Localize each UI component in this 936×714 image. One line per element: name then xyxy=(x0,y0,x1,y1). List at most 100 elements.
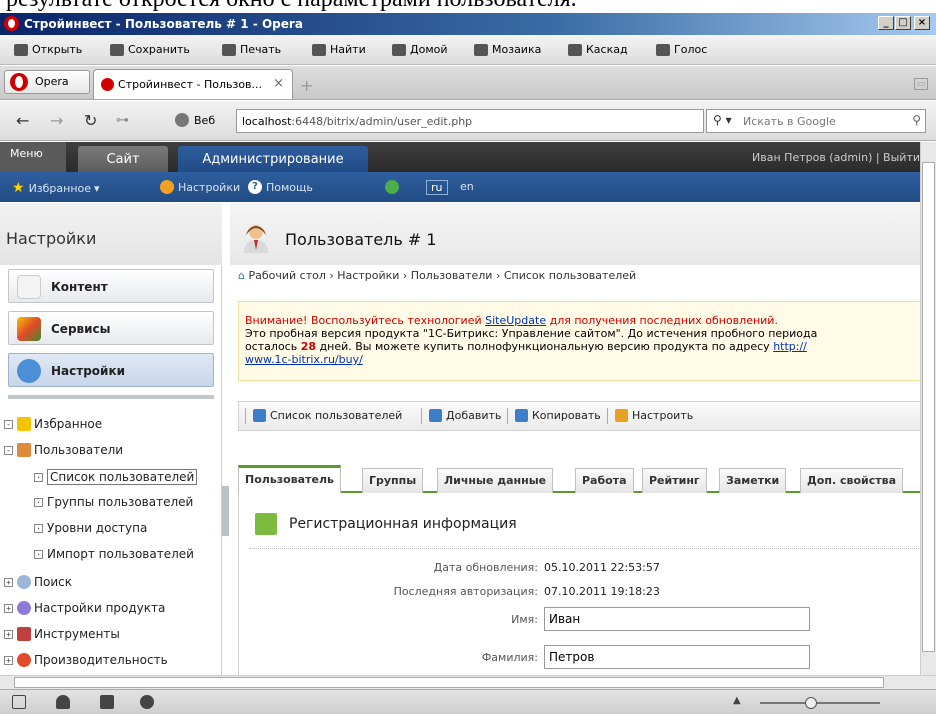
scroll-thumb[interactable] xyxy=(14,677,884,688)
lastname-label: Фамилия: xyxy=(481,651,538,664)
opera-logo-icon xyxy=(4,16,19,31)
search-engine-icon[interactable]: ⚲ ▾ xyxy=(713,113,732,127)
tree-item-users[interactable]: - Пользователи xyxy=(4,443,123,457)
cascade-button[interactable]: Каскад xyxy=(568,43,628,56)
print-button[interactable]: Печать xyxy=(222,43,281,56)
tab-work[interactable]: Работа xyxy=(575,468,634,493)
tile-button[interactable]: Мозаика xyxy=(474,43,541,56)
key-icon[interactable]: ⊶ xyxy=(116,113,129,128)
reload-icon[interactable]: ↻ xyxy=(84,111,97,130)
home-icon[interactable]: ⌂ xyxy=(238,269,245,282)
tab-site[interactable]: Сайт xyxy=(78,146,168,172)
speed-dial-icon[interactable] xyxy=(140,695,154,709)
horizontal-scrollbar[interactable] xyxy=(0,675,936,689)
user-list-button[interactable]: Список пользователей xyxy=(253,409,402,422)
forward-icon[interactable]: → xyxy=(50,111,63,130)
zoom-up-icon[interactable]: ▲ xyxy=(733,695,741,706)
home-button[interactable]: Домой xyxy=(392,43,448,56)
search-input[interactable]: ⚲ ▾ Искать в Google ⚲ xyxy=(706,109,926,133)
tab-extra[interactable]: Доп. свойства xyxy=(800,468,903,493)
close-window-button[interactable]: × xyxy=(914,16,930,30)
status-bar: ▲ xyxy=(0,689,936,714)
tab-groups[interactable]: Группы xyxy=(362,468,424,493)
settings-link[interactable]: Настройки xyxy=(160,180,240,194)
sidebar-divider[interactable] xyxy=(8,395,214,399)
cloud-icon[interactable] xyxy=(56,695,70,709)
new-tab-button[interactable]: + xyxy=(300,76,313,95)
admin-panel: ★ Избранное ▾ Настройки ? Помощь ru en xyxy=(0,172,920,202)
scroll-thumb[interactable] xyxy=(922,162,935,652)
copy-button[interactable]: Копировать xyxy=(515,409,601,422)
save-button[interactable]: Сохранить xyxy=(110,43,190,56)
sidebar-button-services[interactable]: Сервисы xyxy=(8,311,214,345)
tree-item-user-groups[interactable]: · Группы пользователей xyxy=(34,495,193,509)
tree-item-user-list[interactable]: · Список пользователей xyxy=(34,469,198,485)
vertical-scrollbar[interactable] xyxy=(920,142,936,675)
form-tabs: Пользователь Группы Личные данные Работа… xyxy=(238,465,920,493)
search-icon[interactable]: ⚲ xyxy=(912,113,921,127)
tree-item-product-settings[interactable]: + Настройки продукта xyxy=(4,601,165,615)
tree-item-performance[interactable]: + Производительность xyxy=(4,653,168,667)
favorites-menu[interactable]: ★ Избранное ▾ xyxy=(12,180,100,196)
tab-rating[interactable]: Рейтинг xyxy=(642,468,707,493)
help-link[interactable]: ? Помощь xyxy=(248,180,313,194)
sidebar-button-content[interactable]: Контент xyxy=(8,269,214,303)
buy-link-cont[interactable]: www.1c-bitrix.ru/buy/ xyxy=(245,353,363,366)
window-titlebar: Стройинвест - Пользователь # 1 - Opera _… xyxy=(0,13,936,35)
lang-ru[interactable]: ru xyxy=(426,180,448,195)
breadcrumb[interactable]: ⌂ Рабочий стол › Настройки › Пользовател… xyxy=(238,269,636,282)
buy-link[interactable]: http:// xyxy=(773,340,807,353)
sidebar-splitter[interactable] xyxy=(222,486,229,536)
add-icon xyxy=(429,409,442,422)
sidebar-button-settings[interactable]: Настройки xyxy=(8,353,214,387)
maximize-button[interactable]: □ xyxy=(895,16,911,30)
tree-item-search[interactable]: + Поиск xyxy=(4,575,72,589)
section-divider xyxy=(249,548,920,549)
add-button[interactable]: Добавить xyxy=(429,409,501,422)
tab-bar: Opera Стройинвест - Пользов... × + ▭ xyxy=(0,66,936,100)
configure-button[interactable]: Настроить xyxy=(615,409,693,422)
left-sidebar: Настройки Контент Сервисы Настройки - Изб… xyxy=(0,203,222,675)
close-tab-icon[interactable]: × xyxy=(273,76,284,91)
browser-tab[interactable]: Стройинвест - Пользов... × xyxy=(93,69,293,99)
gear-icon xyxy=(160,180,174,194)
services-icon xyxy=(17,317,41,341)
gear-icon xyxy=(17,601,31,615)
siteupdate-link[interactable]: SiteUpdate xyxy=(485,314,546,327)
share-icon[interactable] xyxy=(100,695,114,709)
address-bar: ← → ↻ ⊶ Веб localhost:6448/bitrix/admin/… xyxy=(0,101,936,141)
search-icon xyxy=(312,43,326,56)
find-button[interactable]: Найти xyxy=(312,43,366,56)
voice-button[interactable]: Голос xyxy=(656,43,707,56)
tools-icon xyxy=(17,627,31,641)
update-button[interactable] xyxy=(385,180,399,194)
site-info-button[interactable]: Веб xyxy=(175,113,215,127)
document-caption: результате откроется окно с параметрами … xyxy=(6,0,577,13)
open-button[interactable]: Открыть xyxy=(14,43,82,56)
menu-button[interactable]: Меню xyxy=(0,142,66,172)
tab-admin[interactable]: Администрирование xyxy=(178,146,368,172)
tree-item-tools[interactable]: + Инструменты xyxy=(4,627,120,641)
minimize-button[interactable]: _ xyxy=(878,16,894,30)
folder-icon xyxy=(14,43,28,56)
zoom-slider[interactable] xyxy=(760,697,880,709)
user-info[interactable]: Иван Петров (admin) | Выйти xyxy=(752,151,920,164)
lang-en[interactable]: en xyxy=(460,180,474,193)
tab-personal[interactable]: Личные данные xyxy=(437,468,554,493)
lastname-input[interactable] xyxy=(544,645,810,669)
user-icon xyxy=(17,443,31,457)
back-icon[interactable]: ← xyxy=(16,111,29,130)
tree-item-access-levels[interactable]: · Уровни доступа xyxy=(34,521,147,535)
zoom-slider-knob[interactable] xyxy=(805,697,817,709)
tab-notes[interactable]: Заметки xyxy=(719,468,787,493)
star-icon xyxy=(17,417,31,431)
url-input[interactable]: localhost:6448/bitrix/admin/user_edit.ph… xyxy=(236,109,704,133)
admin-top-panel: Меню Сайт Администрирование Иван Петров … xyxy=(0,142,920,172)
tree-item-favorites[interactable]: - Избранное xyxy=(4,417,102,431)
tab-user[interactable]: Пользователь xyxy=(238,465,341,493)
name-input[interactable] xyxy=(544,607,810,631)
closed-tabs-icon[interactable]: ▭ xyxy=(914,78,928,90)
tree-item-user-import[interactable]: · Импорт пользователей xyxy=(34,547,194,561)
panel-toggle-icon[interactable] xyxy=(12,695,26,709)
opera-menu-button[interactable]: Opera xyxy=(4,70,90,94)
